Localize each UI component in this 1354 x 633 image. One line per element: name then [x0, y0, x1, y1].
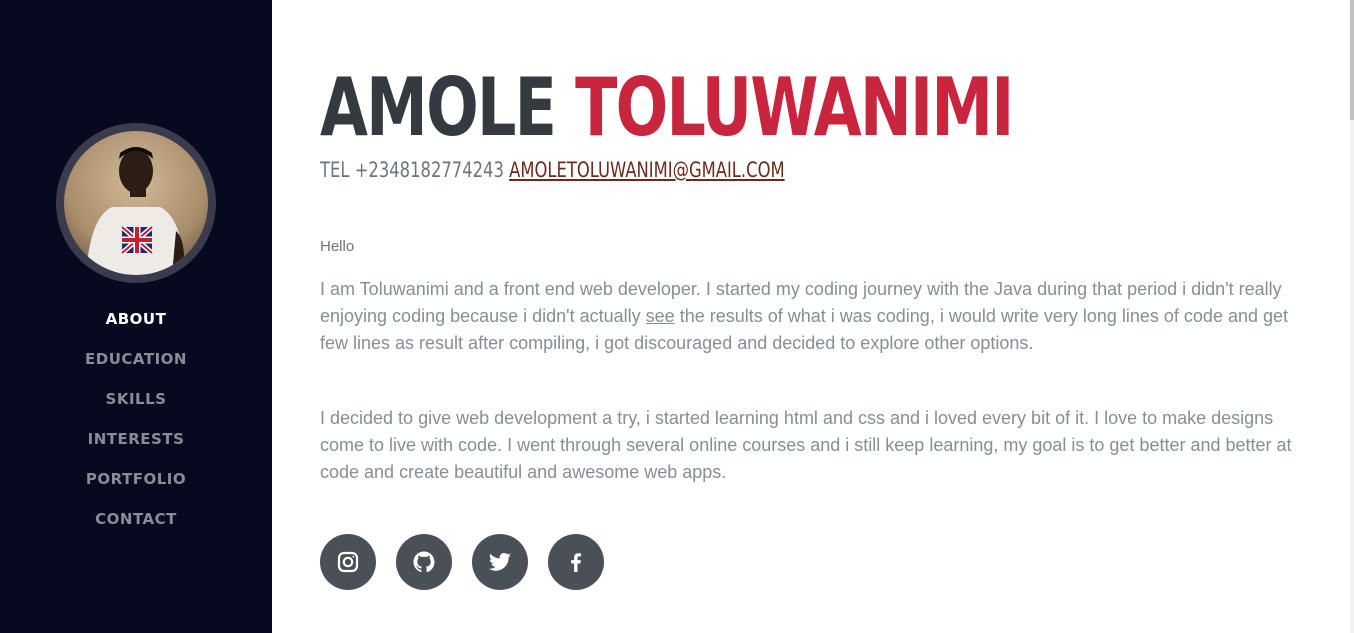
facebook-icon: [571, 553, 581, 572]
instagram-icon: [337, 551, 359, 573]
nav-item-skills[interactable]: SKILLS: [0, 385, 272, 425]
social-icons: [320, 534, 604, 590]
contact-subheading: TEL +2348182774243 AMOLETOLUWANIMI@GMAIL…: [320, 157, 785, 183]
twitter-icon: [488, 553, 511, 571]
profile-avatar-frame: [56, 123, 216, 283]
page-title: AMOLE TOLUWANIMI: [320, 58, 1014, 158]
phone-number: TEL +2348182774243: [320, 158, 504, 182]
nav-item-interests[interactable]: INTERESTS: [0, 425, 272, 465]
github-button[interactable]: [396, 534, 452, 590]
twitter-button[interactable]: [472, 534, 528, 590]
nav-item-portfolio[interactable]: PORTFOLIO: [0, 465, 272, 505]
avatar: [64, 131, 208, 275]
email-link[interactable]: AMOLETOLUWANIMI@GMAIL.COM: [509, 158, 784, 182]
sidebar: ABOUT EDUCATION SKILLS INTERESTS PORTFOL…: [0, 0, 272, 633]
greeting: Hello: [320, 238, 355, 255]
about-paragraph-2: I decided to give web development a try,…: [320, 408, 1292, 482]
instagram-button[interactable]: [320, 534, 376, 590]
see-link[interactable]: see: [646, 306, 675, 326]
scrollbar-thumb[interactable]: [1350, 0, 1354, 120]
nav-item-contact[interactable]: CONTACT: [0, 505, 272, 545]
last-name: TOLUWANIMI: [575, 61, 1014, 154]
side-nav: ABOUT EDUCATION SKILLS INTERESTS PORTFOL…: [0, 305, 272, 545]
facebook-button[interactable]: [548, 534, 604, 590]
github-icon: [413, 551, 435, 573]
nav-item-education[interactable]: EDUCATION: [0, 345, 272, 385]
first-name: AMOLE: [320, 61, 557, 154]
page-scrollbar[interactable]: [1350, 0, 1354, 633]
about-paragraph-1: I am Toluwanimi and a front end web deve…: [320, 276, 1310, 357]
nav-item-about[interactable]: ABOUT: [0, 305, 272, 345]
